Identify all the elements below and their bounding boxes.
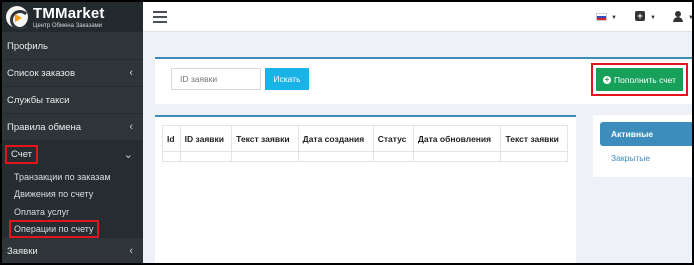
request-id-input[interactable]: [171, 68, 261, 90]
tab-closed[interactable]: Закрытые: [611, 153, 650, 163]
plus-square-icon[interactable]: +: [635, 11, 645, 21]
sidebar-item-label: Счет: [5, 144, 39, 164]
sidebar-item-label: Службы такси: [7, 94, 70, 106]
tab-active[interactable]: Активные: [600, 122, 692, 146]
table-header-row: Id ID заявки Текст заявки Дата создания …: [162, 125, 568, 152]
sidebar-item-profile[interactable]: Профиль: [2, 33, 143, 60]
app-frame: TMMarket Центр Обмена Заказами Профиль С…: [2, 2, 692, 263]
chevron-left-icon: ‹: [129, 67, 133, 79]
brand-subtitle: Центр Обмена Заказами: [33, 22, 103, 29]
submenu-item-payments[interactable]: Оплата услуг: [2, 203, 143, 221]
caret-down-icon: ▼: [650, 15, 656, 21]
column-header[interactable]: Id: [162, 125, 181, 152]
caret-down-icon: ▼: [688, 15, 692, 21]
logo-icon: [6, 6, 30, 30]
column-header[interactable]: ID заявки: [179, 125, 233, 152]
topup-highlight: + Пополнить счет: [591, 63, 688, 96]
brand-logo[interactable]: TMMarket Центр Обмена Заказами: [2, 2, 143, 32]
submenu-item-operations[interactable]: Операции по счету: [2, 220, 143, 239]
submenu-item-label: Транзакции по заказам: [14, 171, 111, 182]
menu-toggle-icon[interactable]: [153, 11, 167, 26]
submenu-item-transactions[interactable]: Транзакции по заказам: [2, 168, 143, 186]
sidebar-item-orders[interactable]: Список заказов ‹: [2, 60, 143, 87]
sidebar-item-taxi[interactable]: Службы такси: [2, 87, 143, 114]
requests-table-panel: Id ID заявки Текст заявки Дата создания …: [155, 115, 576, 263]
submenu-item-label: Операции по счету: [9, 220, 99, 239]
column-header[interactable]: Текст заявки: [231, 125, 299, 152]
column-header[interactable]: Дата обновления: [412, 125, 502, 152]
caret-down-icon: ▼: [611, 15, 617, 21]
column-header[interactable]: Текст заявки: [500, 125, 568, 152]
column-header[interactable]: Дата создания: [297, 125, 374, 152]
requests-table: Id ID заявки Текст заявки Дата создания …: [162, 125, 568, 162]
chevron-down-icon: ⌄: [123, 148, 133, 161]
sidebar-menu: Профиль Список заказов ‹ Службы такси Пр…: [2, 33, 143, 263]
submenu-item-label: Движения по счету: [14, 189, 94, 200]
brand-title: TMMarket: [33, 4, 105, 22]
table-row-empty: [162, 151, 568, 162]
sidebar-item-account[interactable]: Счет ⌄: [2, 141, 143, 168]
sidebar: TMMarket Центр Обмена Заказами Профиль С…: [2, 2, 143, 263]
top-navbar: ▼ + ▼ ▼: [143, 2, 692, 32]
submenu-item-movements[interactable]: Движения по счету: [2, 186, 143, 204]
column-header[interactable]: Статус: [372, 125, 414, 152]
sidebar-item-rules[interactable]: Правила обмена ‹: [2, 114, 143, 141]
plus-circle-icon: +: [603, 74, 611, 84]
sidebar-item-label: Список заказов: [7, 67, 76, 79]
search-panel: Искать + Пополнить счет: [155, 57, 692, 104]
account-submenu: Транзакции по заказам Движения по счету …: [2, 168, 143, 239]
chevron-left-icon: ‹: [129, 121, 133, 133]
sidebar-item-label: Профиль: [7, 40, 49, 52]
russian-flag-icon[interactable]: [596, 13, 607, 21]
topup-account-button[interactable]: + Пополнить счет: [596, 68, 683, 91]
sidebar-item-label: Правила обмена: [7, 121, 82, 133]
submenu-item-label: Оплата услуг: [14, 206, 70, 217]
topup-label: Пополнить счет: [614, 74, 676, 85]
user-icon[interactable]: [673, 11, 683, 22]
chevron-left-icon: ‹: [129, 245, 133, 257]
sidebar-item-label: Заявки: [7, 245, 38, 257]
sidebar-item-requests[interactable]: Заявки ‹: [2, 238, 143, 263]
status-filter-panel: Активные Закрытые: [593, 115, 692, 177]
search-button[interactable]: Искать: [265, 68, 309, 90]
